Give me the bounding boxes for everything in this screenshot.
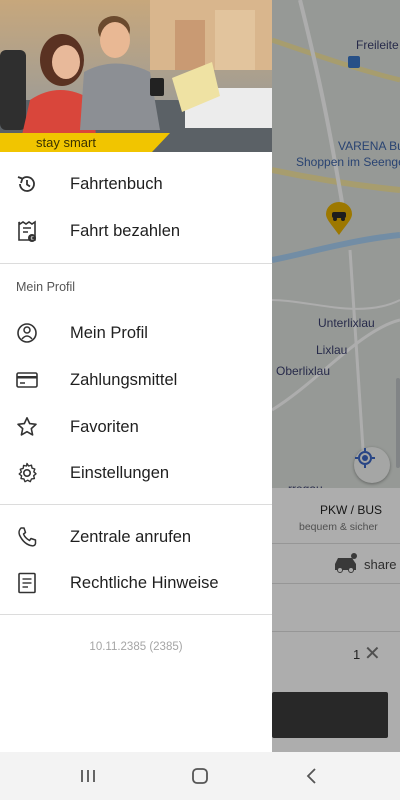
history-icon [17,176,35,192]
menu-item-rechtliche-hinweise[interactable]: Rechtliche Hinweise [0,560,272,606]
menu-item-mein-profil[interactable]: Mein Profil [0,310,272,356]
menu-item-label: Mein Profil [70,324,148,342]
section-header-profile: Mein Profil [16,280,76,294]
menu-divider [0,263,272,264]
recent-apps-icon[interactable] [74,764,102,788]
menu-item-favoriten[interactable]: Favoriten [0,404,272,450]
menu-divider [0,614,272,615]
menu-item-label: Einstellungen [70,464,170,482]
menu-item-label: Favoriten [70,418,139,436]
document-icon [18,572,36,594]
brand-slogan: stay smart [0,133,152,152]
menu-item-label: Rechtliche Hinweise [70,574,219,592]
menu-item-label: Fahrtenbuch [70,175,163,193]
hero-photo [0,0,272,152]
app-version: 10.11.2385 (2385) [89,641,183,653]
slogan-ribbon-edge [152,133,170,152]
back-icon[interactable] [298,764,326,788]
star-icon [17,417,37,436]
phone-icon [18,527,37,547]
svg-text:€: € [30,236,33,242]
home-icon[interactable] [186,764,214,788]
menu-item-einstellungen[interactable]: Einstellungen [0,450,272,496]
menu-divider [0,504,272,505]
credit-card-icon [16,372,38,388]
menu-item-label: Zentrale anrufen [70,528,192,546]
menu-item-label: Zahlungsmittel [70,371,178,389]
drawer-header-image: stay smart [0,0,272,152]
gear-icon [18,462,37,483]
menu-item-label: Fahrt bezahlen [70,222,181,240]
menu-item-fahrtenbuch[interactable]: Fahrtenbuch [0,161,272,207]
profile-icon [17,323,37,343]
navigation-drawer: stay smart Fahrtenbuch € Fahrt bezahlen … [0,0,272,752]
menu-item-zahlungsmittel[interactable]: Zahlungsmittel [0,357,272,403]
menu-item-zentrale-anrufen[interactable]: Zentrale anrufen [0,514,272,560]
menu-item-fahrt-bezahlen[interactable]: € Fahrt bezahlen [0,208,272,254]
system-navigation-bar [0,752,400,800]
receipt-payment-icon: € [18,220,36,242]
